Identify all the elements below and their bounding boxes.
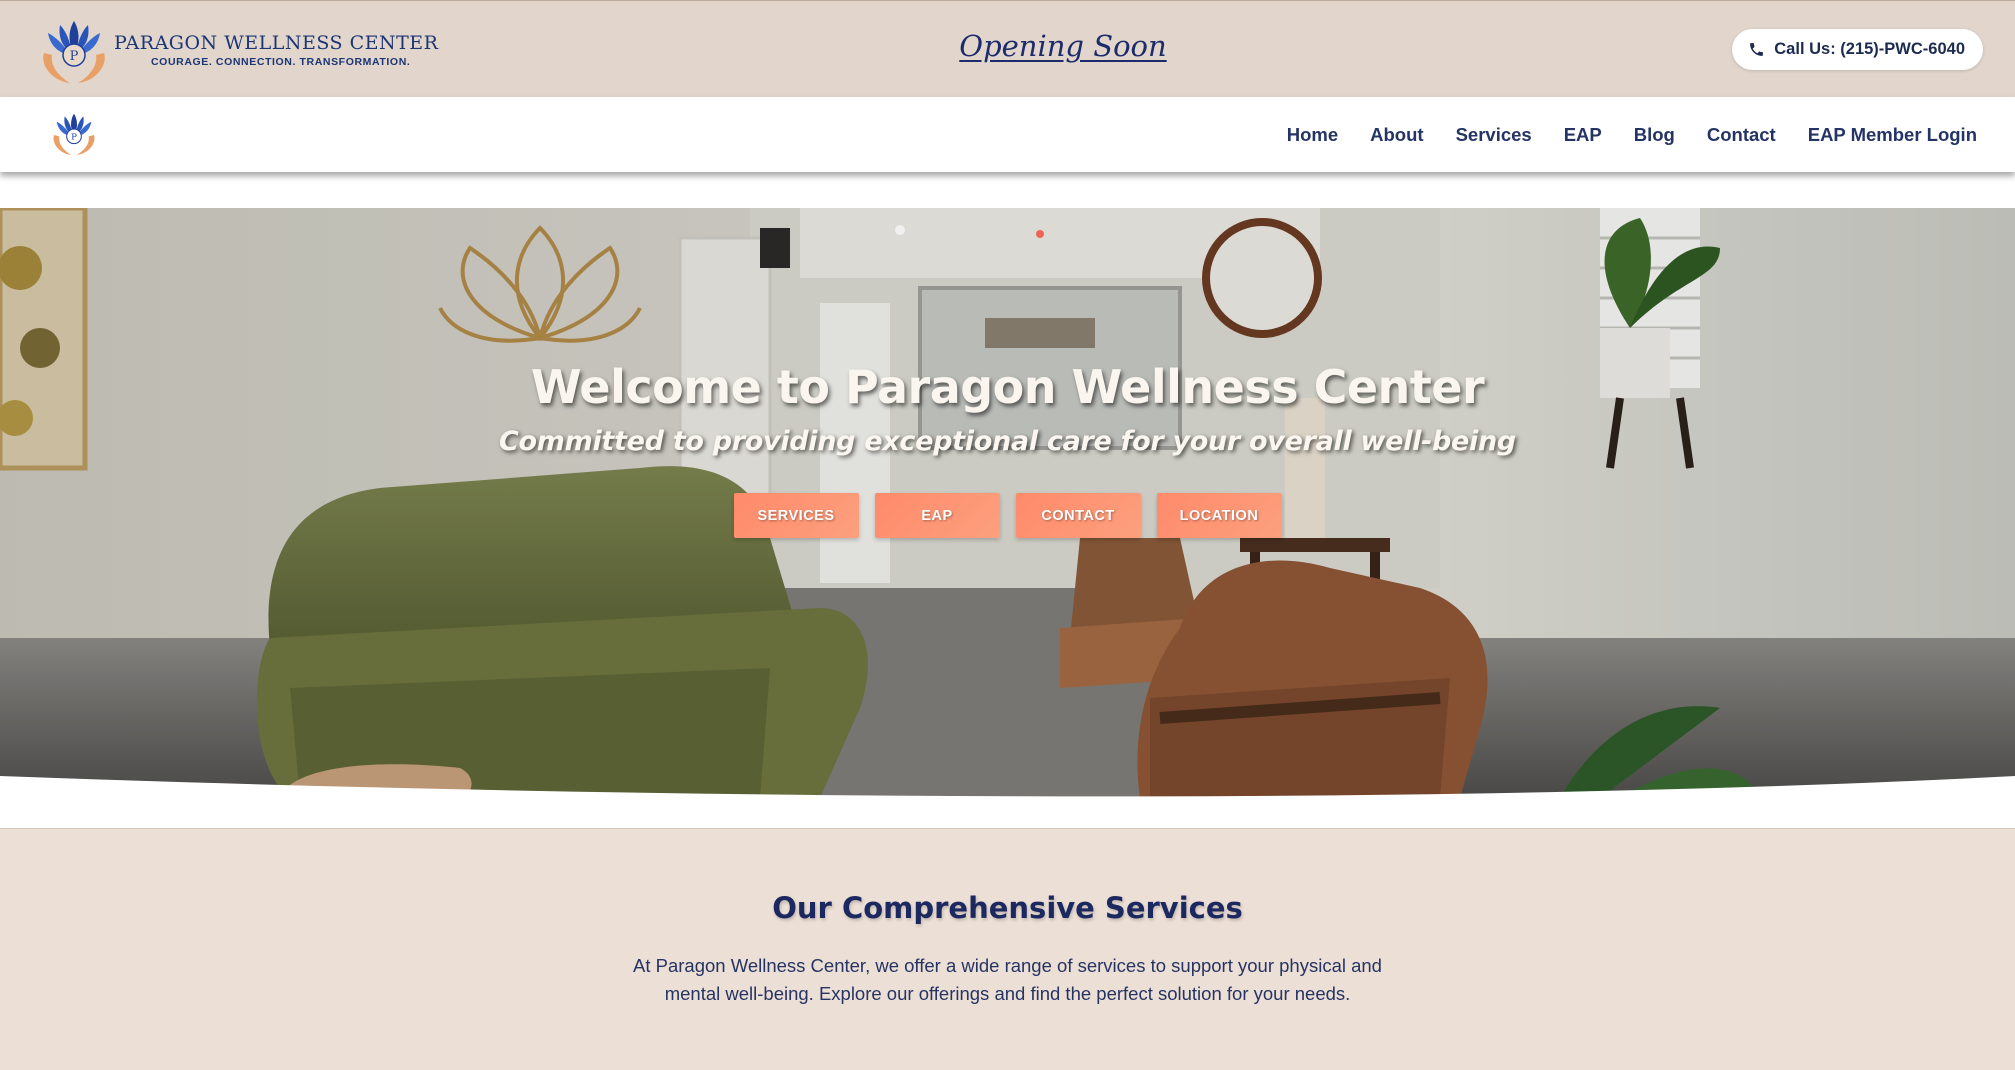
hero-buttons: SERVICES EAP CONTACT LOCATION bbox=[0, 493, 2015, 538]
nav-about[interactable]: About bbox=[1370, 124, 1423, 146]
top-bar: P PARAGON WELLNESS CENTER COURAGE. CONNE… bbox=[0, 0, 2015, 97]
nav-contact[interactable]: Contact bbox=[1707, 124, 1776, 146]
phone-icon bbox=[1750, 43, 1764, 56]
main-navbar: P Home About Services EAP Blog Contact E… bbox=[0, 97, 2015, 172]
eap-button[interactable]: EAP bbox=[874, 493, 1000, 538]
nav-services[interactable]: Services bbox=[1456, 124, 1532, 146]
nav-home[interactable]: Home bbox=[1287, 124, 1338, 146]
contact-button[interactable]: CONTACT bbox=[1015, 493, 1141, 538]
services-description: At Paragon Wellness Center, we offer a w… bbox=[633, 955, 1382, 1004]
svg-text:P: P bbox=[71, 133, 77, 143]
nav-eap[interactable]: EAP bbox=[1564, 124, 1602, 146]
opening-soon-banner: Opening Soon bbox=[0, 29, 2015, 63]
location-button[interactable]: LOCATION bbox=[1156, 493, 1282, 538]
opening-soon-link[interactable]: Opening Soon bbox=[959, 29, 1166, 63]
nav-blog[interactable]: Blog bbox=[1634, 124, 1675, 146]
services-section: Our Comprehensive Services At Paragon We… bbox=[0, 828, 2015, 1070]
services-title: Our Comprehensive Services bbox=[772, 891, 1243, 925]
hero-section: Welcome to Paragon Wellness Center Commi… bbox=[0, 208, 2015, 798]
nav-links: Home About Services EAP Blog Contact EAP… bbox=[1255, 97, 1977, 172]
call-us-button[interactable]: Call Us: (215)-PWC-6040 bbox=[1732, 29, 1983, 70]
hero-subtitle: Committed to providing exceptional care … bbox=[499, 426, 1516, 457]
nav-eap-member-login[interactable]: EAP Member Login bbox=[1808, 124, 1977, 146]
services-button[interactable]: SERVICES bbox=[733, 493, 859, 538]
call-us-label: Call Us: (215)-PWC-6040 bbox=[1774, 40, 1965, 58]
nav-logo-icon[interactable]: P bbox=[50, 108, 98, 158]
hero-title: Welcome to Paragon Wellness Center bbox=[530, 360, 1485, 414]
